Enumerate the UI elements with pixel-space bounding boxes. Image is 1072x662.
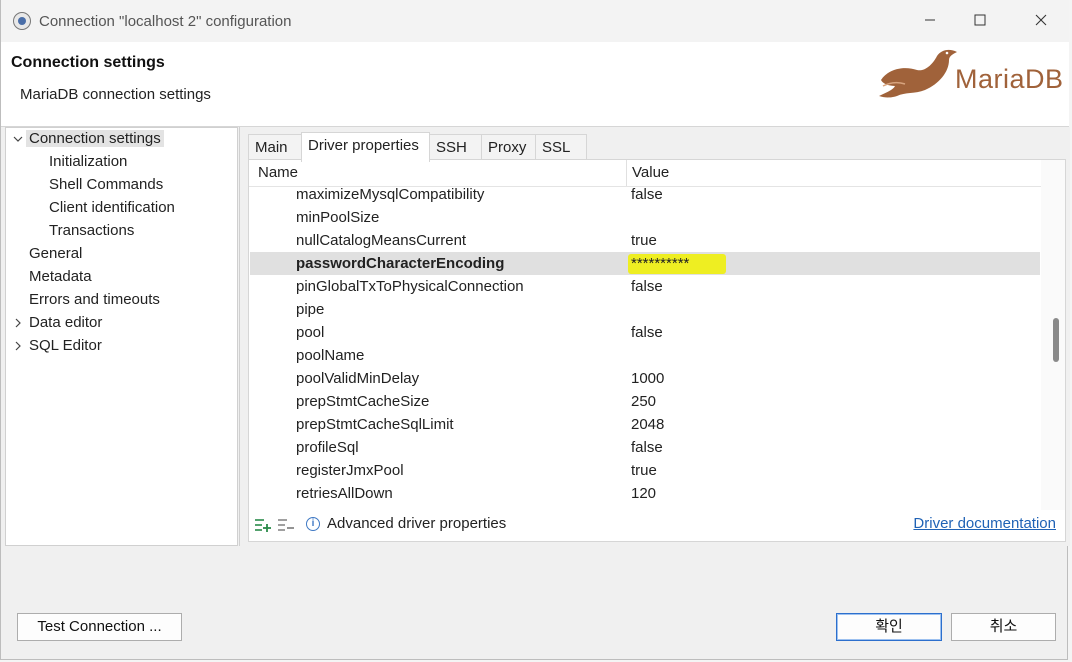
tree-item-shell-commands[interactable]: Shell Commands (49, 174, 163, 196)
maximize-icon (974, 14, 986, 26)
tab-proxy[interactable]: Proxy (481, 134, 536, 160)
table-row[interactable]: poolName (250, 344, 1040, 367)
close-button[interactable] (1026, 8, 1056, 34)
table-row[interactable]: pipe (250, 298, 1040, 321)
mariadb-logo: MariaDB (875, 42, 1069, 102)
ok-button[interactable]: 확인 (836, 613, 942, 641)
maximize-button[interactable] (965, 8, 995, 34)
tab-driver-properties[interactable]: Driver properties (301, 132, 430, 162)
table-row[interactable]: maximizeMysqlCompatibility false (250, 186, 1040, 206)
sea-lion-icon (879, 49, 957, 98)
table-row[interactable]: pool false (250, 321, 1040, 344)
properties-grid: maximizeMysqlCompatibility false minPoolS… (249, 186, 1041, 508)
tree-item-errors-and-timeouts[interactable]: Errors and timeouts (29, 289, 160, 311)
column-header-value[interactable]: Value (632, 164, 669, 181)
table-row[interactable]: profileSql false (250, 436, 1040, 459)
chevron-down-icon[interactable] (12, 133, 24, 145)
tree-item-metadata[interactable]: Metadata (29, 266, 92, 288)
tree-item-transactions[interactable]: Transactions (49, 220, 134, 242)
page-subtitle: MariaDB connection settings (20, 86, 211, 103)
tab-main[interactable]: Main (248, 134, 302, 160)
title-bar: Connection "localhost 2" configuration (1, 0, 1069, 42)
minimize-icon (925, 19, 935, 21)
chevron-right-icon[interactable] (12, 340, 24, 352)
tree-item-general[interactable]: General (29, 243, 82, 265)
settings-content: Main Driver properties SSH Proxy SSL Nam… (239, 127, 1070, 546)
tree-item-initialization[interactable]: Initialization (49, 151, 127, 173)
cancel-button[interactable]: 취소 (951, 613, 1056, 641)
tab-ssh[interactable]: SSH (429, 134, 482, 160)
scrollbar-thumb[interactable] (1053, 318, 1059, 362)
tab-ssl[interactable]: SSL (535, 134, 587, 160)
test-connection-button[interactable]: Test Connection ... (17, 613, 182, 641)
driver-documentation-link[interactable]: Driver documentation (913, 515, 1056, 532)
column-header-name[interactable]: Name (258, 164, 298, 181)
window-title: Connection "localhost 2" configuration (39, 13, 292, 30)
tree-item-connection-settings[interactable]: Connection settings (26, 128, 164, 150)
table-row[interactable]: minPoolSize (250, 206, 1040, 229)
advanced-properties-label[interactable]: Advanced driver properties (327, 515, 506, 532)
minimize-button[interactable] (915, 8, 945, 34)
expand-all-icon[interactable] (254, 517, 272, 533)
table-row[interactable]: retriesAllDown 120 (250, 482, 1040, 505)
grid-header: Name Value (249, 160, 1041, 187)
grid-toolbar: i Advanced driver properties Driver docu… (249, 510, 1065, 541)
page-header: Connection settings MariaDB connection s… (1, 42, 1069, 127)
driver-properties-panel: Name Value maximizeMysqlCompatibility fal… (248, 159, 1066, 542)
table-row-selected[interactable]: passwordCharacterEncoding ********** (250, 252, 1040, 275)
info-icon: i (306, 517, 320, 531)
table-row[interactable]: nullCatalogMeansCurrent true (250, 229, 1040, 252)
logo-text: MariaDB (955, 64, 1064, 94)
table-row[interactable]: poolValidMinDelay 1000 (250, 367, 1040, 390)
tree-item-sql-editor[interactable]: SQL Editor (29, 335, 102, 357)
chevron-right-icon[interactable] (12, 317, 24, 329)
tree-item-data-editor[interactable]: Data editor (29, 312, 102, 334)
page-title: Connection settings (11, 54, 165, 71)
table-row[interactable]: prepStmtCacheSize 250 (250, 390, 1040, 413)
column-divider[interactable] (626, 160, 627, 186)
connection-config-dialog: Connection "localhost 2" configuration C… (0, 0, 1070, 660)
vertical-scrollbar[interactable] (1041, 160, 1065, 510)
close-icon (1035, 14, 1047, 26)
tree-item-client-identification[interactable]: Client identification (49, 197, 175, 219)
table-row[interactable]: prepStmtCacheSqlLimit 2048 (250, 413, 1040, 436)
collapse-all-icon[interactable] (277, 517, 295, 533)
settings-tree: Connection settings Initialization Shell… (5, 127, 238, 546)
table-row[interactable]: pinGlobalTxToPhysicalConnection false (250, 275, 1040, 298)
dbeaver-app-icon (13, 12, 31, 30)
table-row[interactable]: registerJmxPool true (250, 459, 1040, 482)
